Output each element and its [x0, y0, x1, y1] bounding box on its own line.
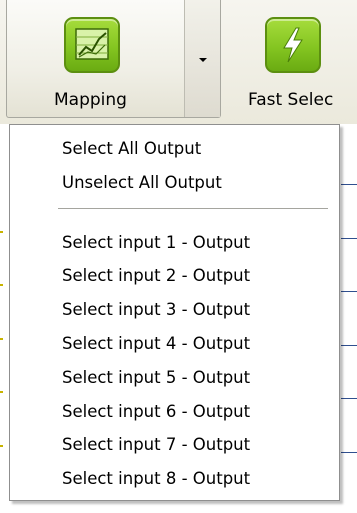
menu-item-unselect-all-output[interactable]: Unselect All Output [10, 169, 339, 197]
menu-separator [58, 208, 328, 210]
mapping-dropdown-menu: Select All Output Unselect All Output Se… [9, 124, 340, 501]
chevron-down-icon [199, 58, 207, 62]
app-window: Mapping Fast Selec Select All Output Uns… [0, 0, 357, 513]
background-line [341, 345, 357, 346]
background-marker [0, 284, 3, 286]
background-marker [0, 445, 3, 447]
background-marker [0, 338, 3, 340]
menu-item-select-input-3[interactable]: Select input 3 - Output [10, 296, 339, 324]
mapping-dropdown-button[interactable] [185, 0, 220, 117]
background-marker [0, 391, 3, 393]
background-line [341, 238, 357, 239]
menu-item-select-all-output[interactable]: Select All Output [10, 135, 339, 163]
background-line [341, 291, 357, 292]
background-line [341, 398, 357, 399]
menu-item-select-input-8[interactable]: Select input 8 - Output [10, 465, 339, 493]
menu-item-select-input-1[interactable]: Select input 1 - Output [10, 229, 339, 257]
mapping-label: Mapping [54, 90, 127, 110]
menu-item-select-input-4[interactable]: Select input 4 - Output [10, 330, 339, 358]
menu-item-select-input-6[interactable]: Select input 6 - Output [10, 398, 339, 426]
menu-item-select-input-2[interactable]: Select input 2 - Output [10, 262, 339, 290]
background-line [341, 184, 357, 185]
background-marker [0, 231, 3, 233]
menu-item-select-input-5[interactable]: Select input 5 - Output [10, 364, 339, 392]
menu-item-select-input-7[interactable]: Select input 7 - Output [10, 431, 339, 459]
lightning-bolt-icon[interactable] [265, 17, 321, 73]
fast-select-label: Fast Selec [248, 90, 334, 110]
background-line [341, 452, 357, 453]
line-chart-icon[interactable] [64, 17, 120, 73]
toolbar: Mapping Fast Selec [0, 0, 357, 124]
